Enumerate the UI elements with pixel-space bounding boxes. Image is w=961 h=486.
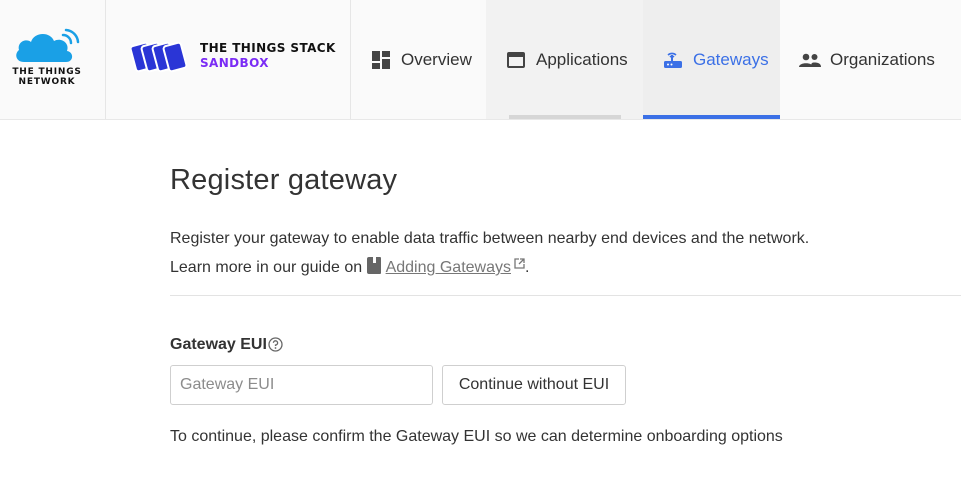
ttn-wordmark: THE THINGS NETWORK [10,67,84,87]
nav-item-organizations[interactable]: Organizations [780,0,961,119]
gateway-eui-input[interactable] [170,365,433,405]
tts-wordmark-line2: SANDBOX [200,56,269,70]
tts-wordmark-line1: THE THINGS STACK [200,41,336,55]
nav-item-gateways[interactable]: Gateways [643,0,780,119]
page-title: Register gateway [170,164,398,196]
help-icon[interactable] [268,337,283,352]
nav-active-underline [643,115,780,119]
page-description: Register your gateway to enable data tra… [170,224,809,282]
description-line-2: Learn more in our guide on Adding Gatewa… [170,253,809,282]
router-icon [662,49,684,71]
nav-hover-underline [509,115,621,119]
description-suffix: . [524,259,530,276]
book-icon [366,257,381,274]
continue-without-eui-button[interactable]: Continue without EUI [442,365,626,405]
ttn-logo[interactable]: THE THINGS NETWORK [0,0,106,119]
dashboard-icon [370,49,392,71]
nav-label-applications: Applications [536,49,628,69]
nav-item-applications[interactable]: Applications [486,0,643,119]
ttn-cloud-icon [16,28,80,62]
web-asset-icon [505,49,527,71]
nav-label-gateways: Gateways [693,49,769,69]
adding-gateways-link[interactable]: Adding Gateways [386,259,511,276]
people-icon [799,49,821,71]
nav-item-overview[interactable]: Overview [351,0,486,119]
gateway-eui-label: Gateway EUI [170,336,267,353]
tts-wordmark: THE THINGS STACK SANDBOX [200,41,336,71]
external-link-icon [514,258,525,269]
description-line-1: Register your gateway to enable data tra… [170,230,810,247]
nav-label-overview: Overview [401,49,472,69]
tts-cards-icon [131,41,188,73]
tts-logo[interactable]: THE THINGS STACK SANDBOX [106,0,351,119]
ttn-wordmark-line2: NETWORK [18,77,76,87]
ttn-wordmark-line1: THE THINGS [12,67,82,77]
description-prefix: Learn more in our guide on [170,259,363,276]
nav-label-organizations: Organizations [830,49,935,69]
top-header: THE THINGS NETWORK THE THINGS STACK SAND… [0,0,961,120]
onboarding-hint: To continue, please confirm the Gateway … [170,428,783,445]
section-divider [170,295,961,296]
